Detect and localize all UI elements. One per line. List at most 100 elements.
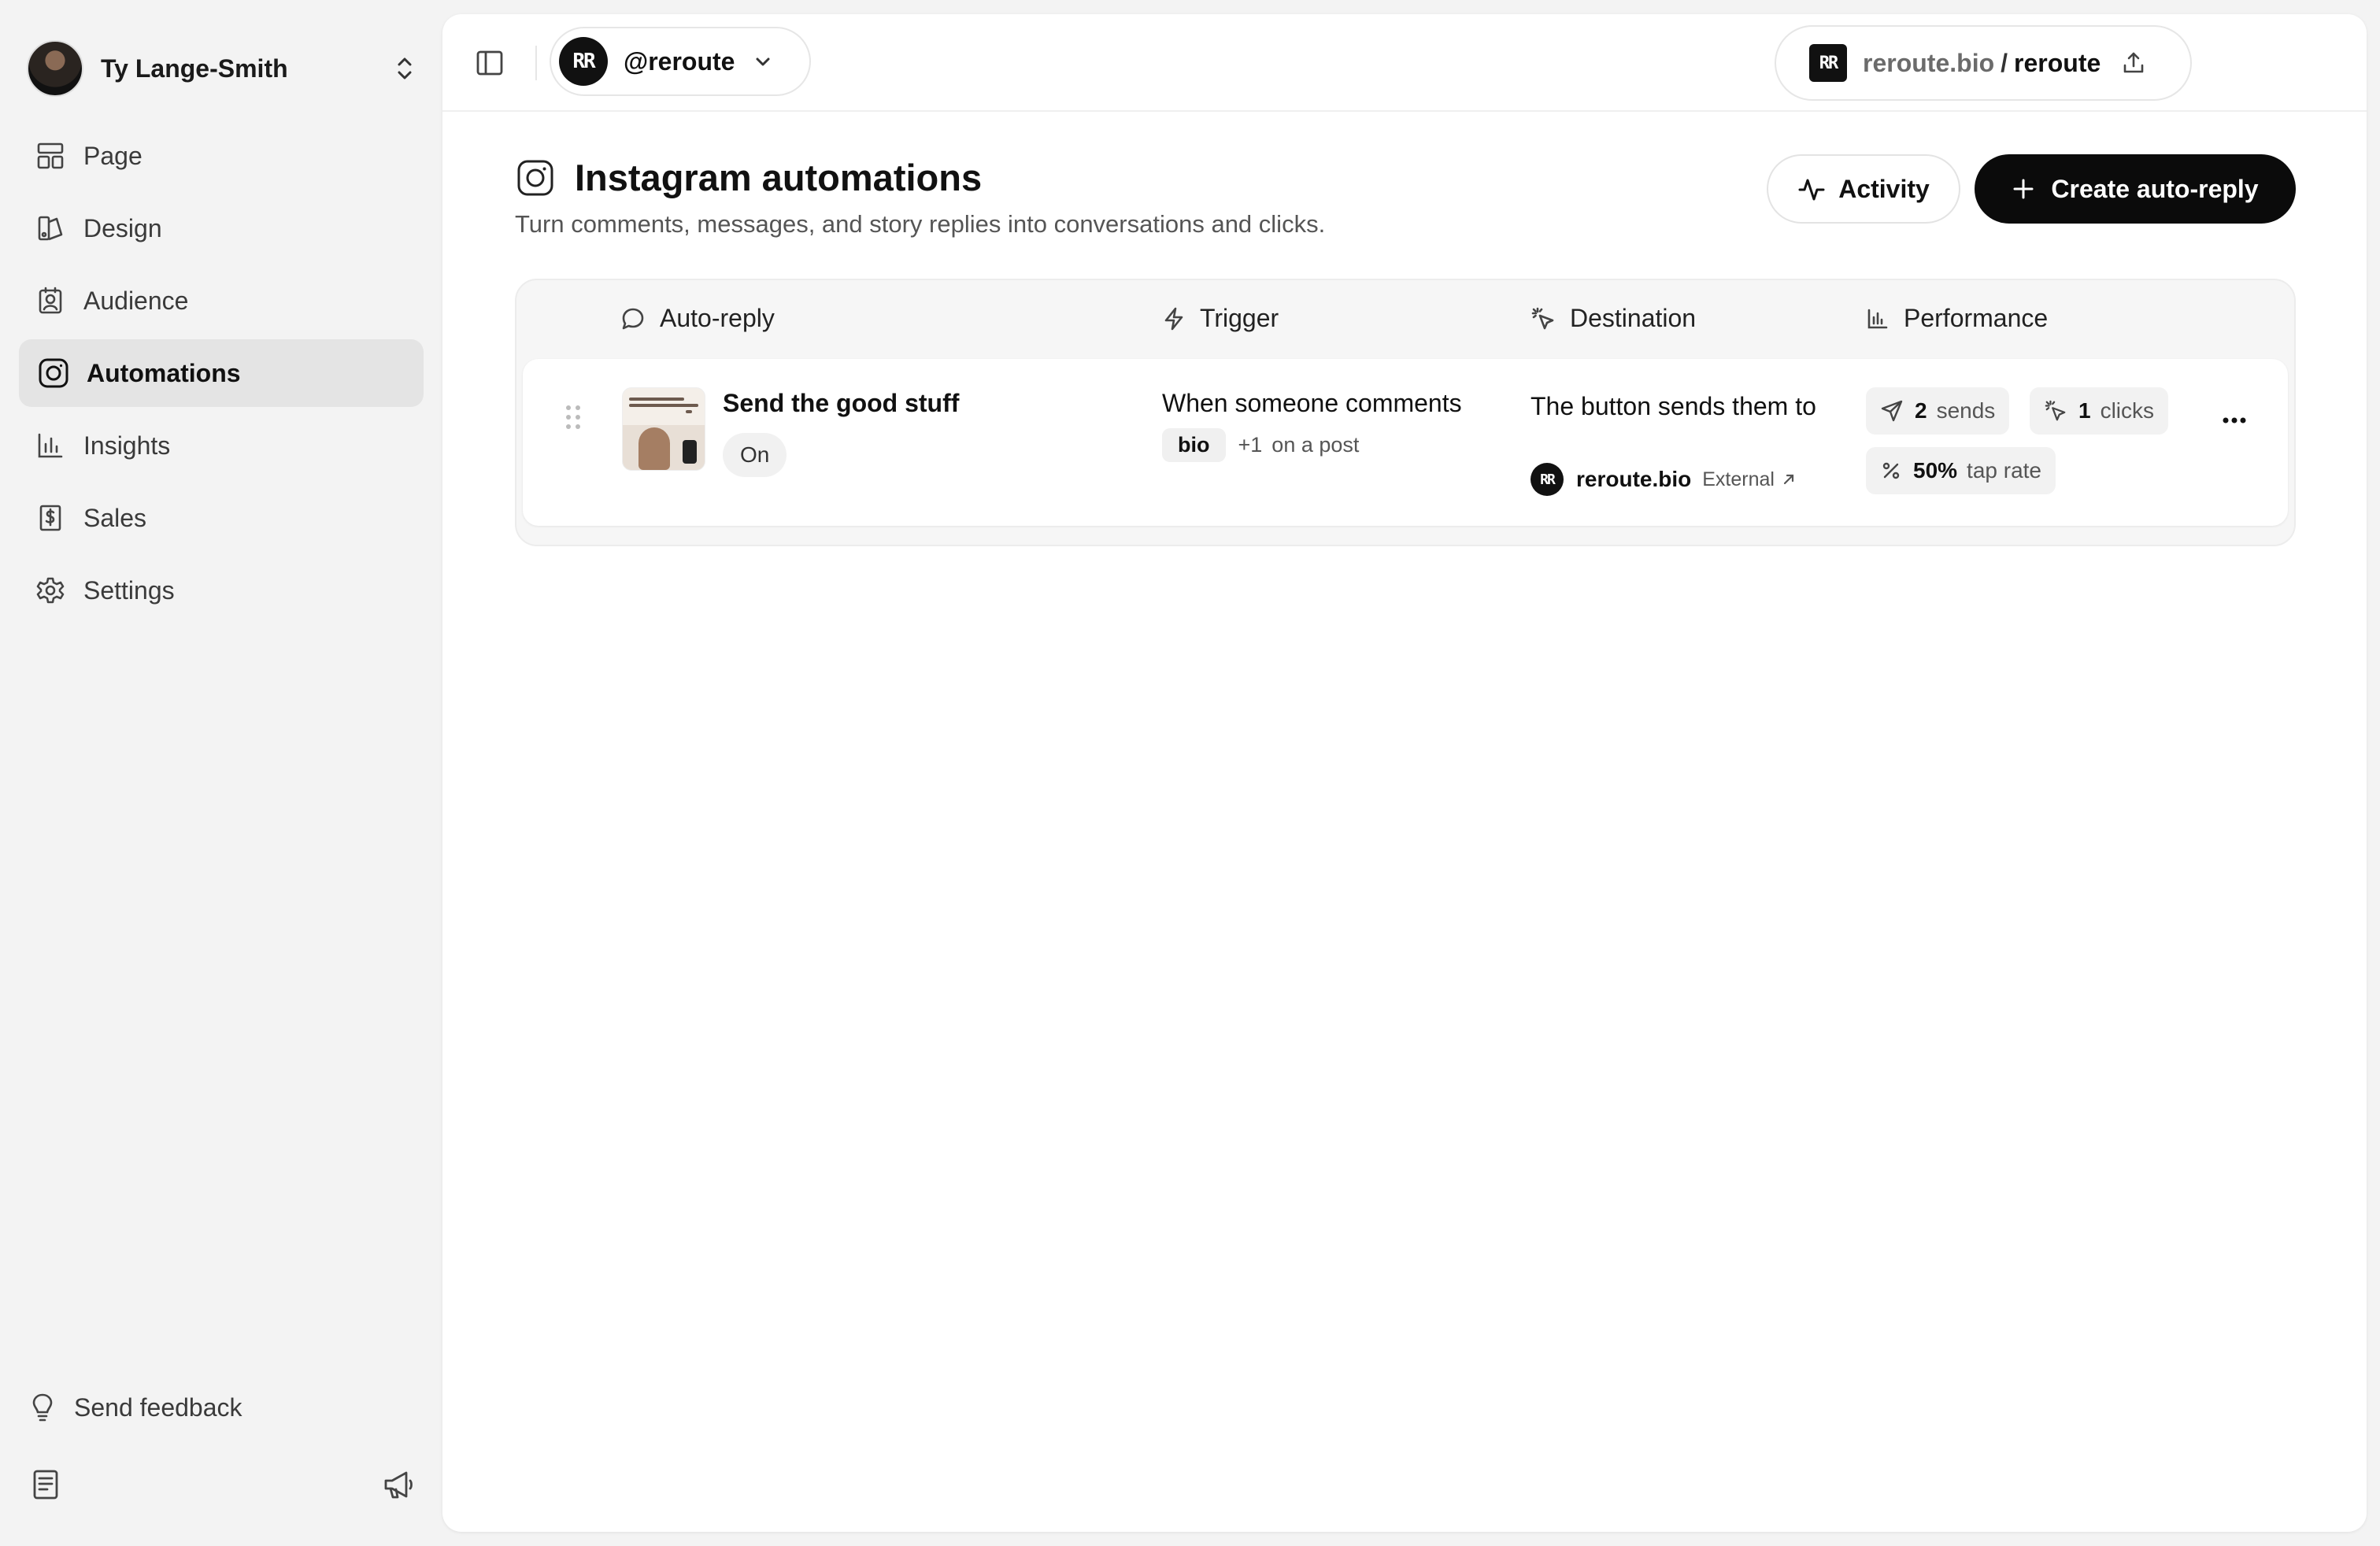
avatar [27, 40, 83, 97]
trigger-description: When someone comments [1162, 389, 1462, 417]
gear-icon [35, 575, 66, 606]
page-subtitle: Turn comments, messages, and story repli… [515, 210, 1326, 238]
activity-icon [1798, 179, 1825, 201]
chevron-down-icon [752, 50, 774, 72]
sidebar-item-design[interactable]: Design [19, 194, 424, 262]
sends-label: sends [1936, 398, 1996, 423]
page-url-share[interactable]: RR reroute.bio / reroute [1775, 25, 2192, 101]
click-sparkle-icon [2045, 400, 2066, 421]
page-url: reroute.bio / reroute [1863, 49, 2101, 78]
instagram-icon [515, 157, 556, 198]
sidebar-item-insights[interactable]: Insights [19, 412, 424, 479]
tap-rate-label: tap rate [1967, 458, 2041, 483]
tap-rate-stat: 50% tap rate [1866, 447, 2056, 494]
receipt-dollar-icon [35, 502, 66, 534]
create-auto-reply-button[interactable]: Create auto-reply [1975, 154, 2296, 224]
layout-icon [35, 140, 66, 172]
sidebar-item-page[interactable]: Page [19, 122, 424, 190]
page-title: Instagram automations [575, 157, 983, 198]
table-row[interactable]: Send the good stuff On When someone comm… [523, 359, 2288, 526]
sends-stat: 2 sends [1866, 387, 2010, 435]
column-label: Auto-reply [660, 304, 775, 332]
clicks-stat: 1 clicks [2030, 387, 2169, 435]
destination-link[interactable]: RR reroute.bio External [1531, 463, 1797, 496]
sidebar-item-sales[interactable]: Sales [19, 484, 424, 552]
column-header-auto-reply: Auto-reply [620, 304, 775, 333]
brand-logo: RR [1531, 463, 1564, 496]
table-header: Auto-reply Trigger Destination Performan… [516, 280, 2294, 359]
column-header-destination: Destination [1531, 304, 1696, 333]
sidebar-item-label: Audience [83, 286, 189, 315]
sidebar: Ty Lange-Smith Page Design Audience Auto… [0, 0, 441, 1546]
clicks-label: clicks [2100, 398, 2155, 423]
sidebar-nav: Page Design Audience Automations Insight… [19, 122, 424, 629]
instagram-icon [38, 357, 69, 389]
keyword-chip: bio [1162, 428, 1226, 462]
account-handle-selector[interactable]: RR @reroute [550, 27, 811, 96]
bar-chart-icon [35, 430, 66, 461]
column-label: Performance [1904, 304, 2049, 332]
external-link-icon [1781, 472, 1797, 487]
sidebar-item-label: Sales [83, 503, 147, 532]
url-domain: reroute.bio [1863, 48, 1995, 77]
lightbulb-icon [27, 1392, 58, 1423]
account-handle: @reroute [624, 46, 735, 76]
sidebar-item-audience[interactable]: Audience [19, 267, 424, 335]
post-thumbnail [622, 387, 705, 471]
sidebar-item-label: Automations [87, 358, 241, 387]
sidebar-item-settings[interactable]: Settings [19, 557, 424, 624]
more-keywords-count: +1 [1238, 433, 1263, 457]
palette-icon [35, 213, 66, 244]
tap-rate-value: 50% [1913, 458, 1958, 483]
send-feedback-label: Send feedback [74, 1393, 242, 1422]
top-bar: RR @reroute RR reroute.bio / reroute [442, 14, 2367, 112]
sends-count: 2 [1915, 398, 1927, 423]
brand-logo: RR [559, 37, 608, 86]
activity-button[interactable]: Activity [1767, 154, 1960, 224]
docs-icon[interactable] [28, 1467, 63, 1502]
lightning-icon [1164, 307, 1183, 330]
plus-icon [2013, 179, 2034, 199]
divider [535, 46, 537, 80]
percent-icon [1882, 462, 1900, 479]
chevron-up-down-icon [389, 53, 420, 84]
brand-logo: RR [1809, 44, 1847, 82]
send-feedback-link[interactable]: Send feedback [27, 1392, 242, 1423]
trigger-details: bio +1 on a post [1162, 428, 1359, 462]
destination-type: External [1702, 468, 1775, 490]
send-icon [1881, 400, 1903, 422]
url-path: reroute [2014, 48, 2101, 77]
bar-chart-icon [1867, 309, 1888, 328]
sidebar-item-label: Insights [83, 431, 171, 460]
status-badge[interactable]: On [723, 433, 787, 477]
megaphone-icon[interactable] [381, 1467, 416, 1502]
sidebar-item-label: Design [83, 213, 162, 242]
contact-icon [35, 285, 66, 316]
page-header: Instagram automations Turn comments, mes… [515, 156, 1325, 239]
account-name: Ty Lange-Smith [101, 54, 288, 83]
column-header-trigger: Trigger [1162, 304, 1279, 333]
sidebar-item-label: Settings [83, 575, 175, 605]
more-options-icon[interactable] [2211, 405, 2258, 436]
destination-description: The button sends them to [1531, 392, 1816, 420]
column-label: Destination [1570, 304, 1697, 332]
url-separator: / [2001, 48, 2008, 77]
share-icon[interactable] [2121, 50, 2146, 76]
column-label: Trigger [1200, 304, 1279, 332]
sidebar-item-automations[interactable]: Automations [19, 339, 424, 407]
sidebar-item-label: Page [83, 141, 143, 170]
account-switcher[interactable]: Ty Lange-Smith [27, 39, 420, 98]
main-panel: RR @reroute RR reroute.bio / reroute Ins… [442, 14, 2367, 1532]
automations-table: Auto-reply Trigger Destination Performan… [515, 279, 2296, 546]
clicks-count: 1 [2078, 398, 2091, 423]
click-sparkle-icon [1531, 307, 1554, 329]
message-circle-icon [622, 308, 644, 329]
sidebar-toggle-icon[interactable] [474, 47, 505, 79]
destination-domain: reroute.bio [1576, 467, 1692, 491]
column-header-performance: Performance [1866, 304, 2048, 333]
drag-handle-icon[interactable] [564, 403, 583, 431]
auto-reply-name[interactable]: Send the good stuff [723, 389, 959, 418]
activity-label: Activity [1838, 174, 1930, 203]
create-auto-reply-label: Create auto-reply [2051, 174, 2259, 203]
trigger-context: on a post [1271, 433, 1360, 457]
